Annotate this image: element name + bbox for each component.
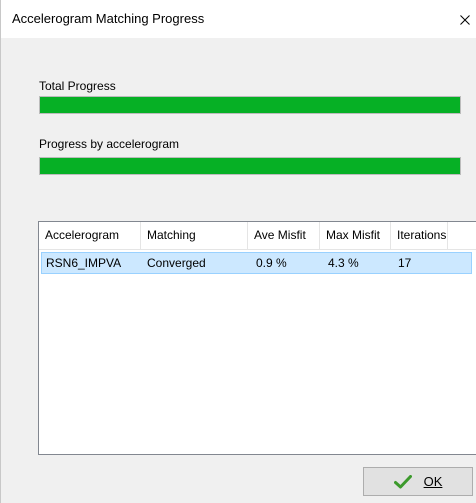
column-header-ave-misfit[interactable]: Ave Misfit (248, 222, 319, 249)
checkmark-icon (393, 474, 412, 488)
column-header-accelerogram[interactable]: Accelerogram (39, 222, 140, 249)
close-icon (460, 15, 470, 25)
accelerogram-progress-fill (40, 158, 460, 174)
column-header-iterations[interactable]: Iterations (391, 222, 447, 249)
cell-accelerogram: RSN6_IMPVA (46, 256, 122, 270)
column-header-max-misfit[interactable]: Max Misfit (320, 222, 390, 249)
column-divider[interactable] (447, 222, 448, 249)
cell-matching: Converged (147, 256, 206, 270)
title-bar: Accelerogram Matching Progress (1, 0, 476, 38)
cell-ave-misfit: 0.9 % (256, 256, 287, 270)
close-button[interactable] (453, 6, 476, 34)
total-progress-label: Total Progress (39, 79, 116, 93)
ok-button[interactable]: OK (363, 467, 473, 496)
accelerogram-progress-bar (39, 157, 461, 175)
ok-button-label: OK (423, 474, 443, 489)
list-header: Accelerogram Matching Ave Misfit Max Mis… (39, 222, 476, 250)
results-list[interactable]: Accelerogram Matching Ave Misfit Max Mis… (38, 221, 476, 455)
total-progress-fill (40, 97, 460, 113)
total-progress-bar (39, 96, 461, 114)
table-row[interactable]: RSN6_IMPVA Converged 0.9 % 4.3 % 17 (41, 252, 472, 274)
window-title: Accelerogram Matching Progress (12, 11, 205, 26)
cell-iterations: 17 (398, 256, 412, 270)
progress-by-accelerogram-label: Progress by accelerogram (39, 137, 180, 151)
column-header-matching[interactable]: Matching (141, 222, 247, 249)
dialog-window: Accelerogram Matching Progress Total Pro… (0, 0, 476, 503)
cell-max-misfit: 4.3 % (328, 256, 359, 270)
